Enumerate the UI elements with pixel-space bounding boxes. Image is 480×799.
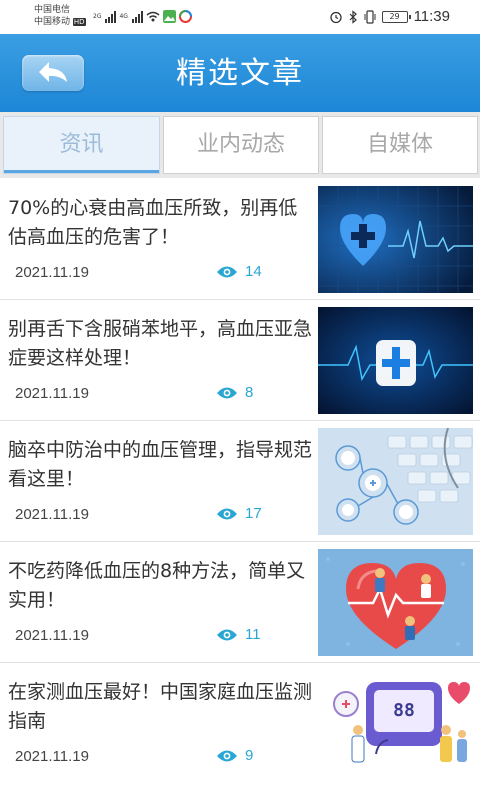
page-title: 精选文章 — [176, 56, 304, 91]
article-thumbnail: 88 — [318, 670, 473, 770]
view-counter: 9 — [216, 747, 253, 764]
article-title: 不吃药降低血压的8种方法，简单又实用！ — [8, 560, 306, 611]
net-type-2: 4G — [119, 13, 128, 20]
view-count: 8 — [245, 384, 254, 401]
article-item[interactable]: 70%的心衰由高血压所致，别再低估高血压的危害了！ 2021.11.19 14 — [0, 180, 480, 300]
tab-bar: 资讯 业内动态 自媒体 — [0, 112, 480, 178]
medical-cross-image — [318, 307, 473, 414]
carrier-info: 中国电信 中国移动 HD — [34, 4, 86, 28]
view-count: 14 — [245, 263, 262, 280]
battery-icon: 29 — [381, 10, 411, 23]
signal-icon — [105, 10, 117, 23]
article-title: 脑卒中防治中的血压管理，指导规范看这里！ — [8, 439, 313, 490]
eye-icon — [217, 387, 237, 398]
article-title: 70%的心衰由高血压所致，别再低估高血压的危害了！ — [8, 197, 298, 248]
photo-app-icon — [162, 10, 176, 23]
svg-text:88: 88 — [393, 700, 415, 721]
article-date: 2021.11.19 — [15, 627, 89, 644]
alarm-icon — [329, 11, 342, 23]
view-counter: 14 — [216, 263, 262, 280]
blood-pressure-monitor-image: 88 — [318, 670, 473, 770]
carrier-line1: 中国电信 — [34, 5, 71, 15]
status-bar: 中国电信 中国移动 HD 2G 4G 29 11:39 — [0, 0, 480, 34]
eye-icon — [217, 629, 237, 640]
article-date: 2021.11.19 — [15, 506, 89, 523]
article-title: 在家测血压最好！中国家庭血压监测指南 — [8, 681, 313, 732]
network-icons: 2G 4G — [93, 10, 192, 23]
title-bar: 精选文章 — [0, 34, 480, 112]
signal-icon-2 — [131, 10, 143, 23]
status-time: 11:39 — [413, 8, 450, 25]
hd-badge: HD — [72, 18, 86, 26]
article-date: 2021.11.19 — [15, 385, 89, 402]
eye-icon — [217, 508, 237, 519]
tab-self-media[interactable]: 自媒体 — [322, 116, 478, 174]
article-item[interactable]: 别再舌下含服硝苯地平，高血压亚急症要这样处理！ 2021.11.19 8 — [0, 301, 480, 421]
bluetooth-icon — [349, 9, 357, 24]
view-count: 17 — [245, 505, 262, 522]
vibrate-icon — [364, 9, 376, 24]
app-circle-icon — [178, 10, 192, 23]
article-thumbnail — [318, 186, 473, 293]
article-item[interactable]: 不吃药降低血压的8种方法，简单又实用！ 2021.11.19 11 — [0, 543, 480, 663]
article-date: 2021.11.19 — [15, 264, 89, 281]
article-thumbnail — [318, 307, 473, 414]
article-item[interactable]: 脑卒中防治中的血压管理，指导规范看这里！ 2021.11.19 17 — [0, 422, 480, 542]
view-count: 9 — [245, 747, 254, 764]
heart-doctors-image — [318, 549, 473, 656]
eye-icon — [217, 266, 237, 277]
view-count: 11 — [245, 626, 261, 643]
article-item[interactable]: 在家测血压最好！中国家庭血压监测指南 2021.11.19 9 88 — [0, 664, 480, 799]
net-type-1: 2G — [93, 13, 102, 20]
tab-news[interactable]: 资讯 — [3, 116, 160, 174]
article-thumbnail — [318, 428, 473, 535]
view-counter: 17 — [216, 505, 262, 522]
article-title: 别再舌下含服硝苯地平，高血压亚急症要这样处理！ — [8, 318, 313, 369]
view-counter: 8 — [216, 384, 253, 401]
keyboard-stethoscope-image — [318, 428, 473, 535]
article-date: 2021.11.19 — [15, 748, 89, 765]
article-thumbnail — [318, 549, 473, 656]
eye-icon — [217, 750, 237, 761]
carrier-line2: 中国移动 HD — [34, 17, 86, 27]
wifi-icon — [146, 11, 160, 22]
view-counter: 11 — [216, 626, 261, 643]
tab-industry-news[interactable]: 业内动态 — [163, 116, 319, 174]
heart-ecg-image — [318, 186, 473, 293]
status-right: 29 11:39 — [329, 8, 450, 25]
